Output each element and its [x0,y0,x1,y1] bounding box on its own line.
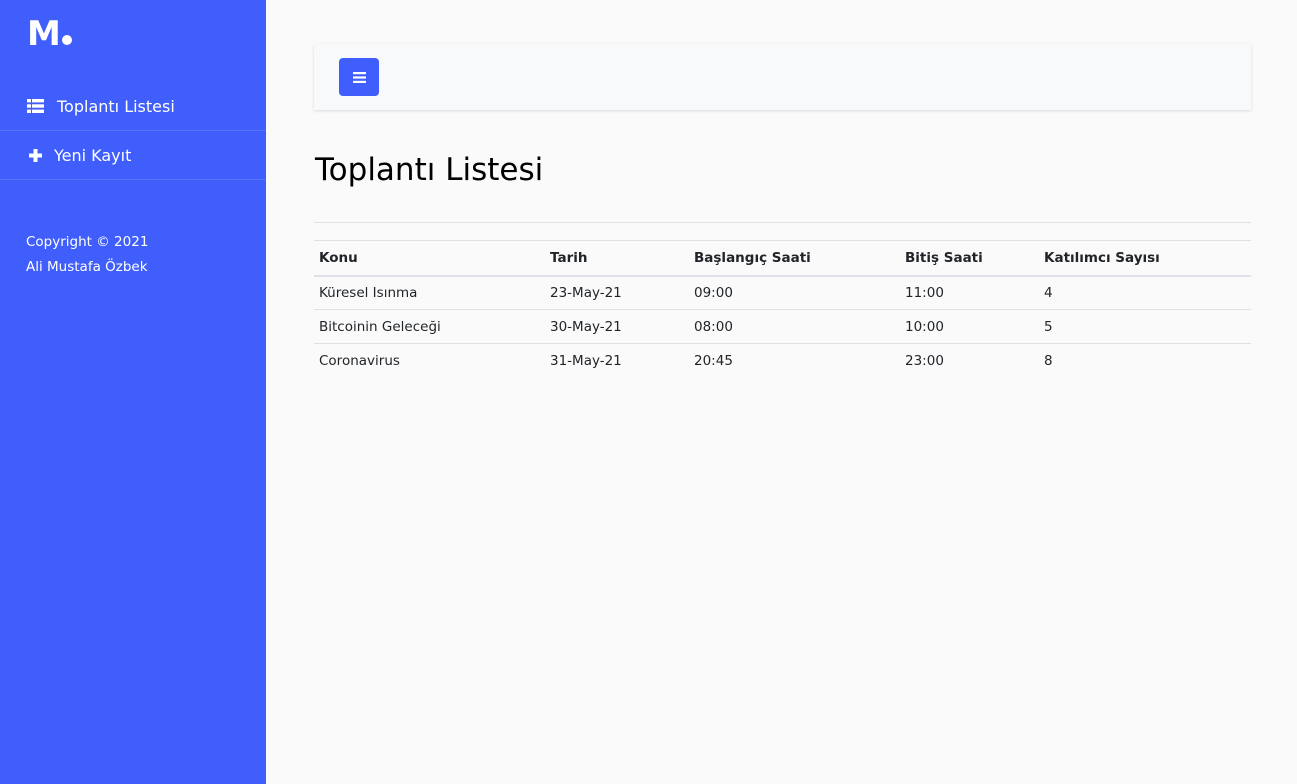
column-header-tarih: Tarih [545,240,689,277]
column-header-katilimci-sayisi: Katılımcı Sayısı [1039,240,1251,277]
plus-icon [26,147,44,163]
sidebar-item-label: Yeni Kayıt [54,145,132,165]
sidebar: M Toplantı Listesi Yeni Kayıt Copyright … [0,0,266,784]
divider [314,222,1251,223]
main-content: Toplantı Listesi Konu Tarih Başlangıç Sa… [266,0,1297,784]
cell-katilimci-sayisi: 4 [1039,275,1251,310]
cell-konu: Bitcoinin Geleceği [314,309,545,344]
cell-bitis-saati: 23:00 [905,352,944,369]
cell-tarih: 23-May-21 [545,275,689,310]
sidebar-footer: Copyright © 2021 Ali Mustafa Özbek [26,230,148,280]
hamburger-icon [352,71,366,83]
sidebar-nav: Toplantı Listesi Yeni Kayıt [0,82,266,180]
cell-konu: Küresel Isınma [314,275,545,310]
logo-dot [61,35,72,45]
column-header-baslangic-saati: Başlangıç Saati [689,240,900,277]
logo[interactable]: M [27,14,72,54]
cell-katilimci-sayisi: 8 [1044,352,1053,369]
table-row: Küresel Isınma 23-May-21 09:00 11:00 4 [314,275,1251,310]
column-header-konu: Konu [314,240,545,277]
cell-bitis-saati: 10:00 [900,309,1039,344]
copyright-text: Copyright © 2021 [26,234,149,250]
cell-tarih: 31-May-21 [550,352,622,369]
meetings-table: Konu Tarih Başlangıç Saati Bitiş Saati K… [314,240,1251,378]
author-text: Ali Mustafa Özbek [26,259,148,275]
sidebar-item-toplanti-listesi[interactable]: Toplantı Listesi [0,82,266,131]
cell-baslangic-saati: 20:45 [694,352,733,369]
cell-tarih: 30-May-21 [545,309,689,344]
cell-baslangic-saati: 08:00 [689,309,900,344]
column-header-bitis-saati: Bitiş Saati [900,240,1039,277]
sidebar-item-label: Toplantı Listesi [57,96,175,116]
cell-konu: Coronavirus [319,352,400,369]
sidebar-item-yeni-kayit[interactable]: Yeni Kayıt [0,131,266,180]
cell-katilimci-sayisi: 5 [1039,309,1251,344]
top-navbar [314,44,1251,110]
table-row: Bitcoinin Geleceği 30-May-21 08:00 10:00… [314,309,1251,344]
table-header-row: Konu Tarih Başlangıç Saati Bitiş Saati K… [314,240,1251,277]
cell-baslangic-saati: 09:00 [689,275,900,310]
page-title: Toplantı Listesi [315,152,544,188]
sidebar-toggle-button[interactable] [339,58,379,96]
list-icon [26,98,44,114]
table-row: Coronavirus 31-May-21 20:45 23:00 8 [314,344,1251,378]
logo-text: M [27,14,61,54]
cell-bitis-saati: 11:00 [900,275,1039,310]
